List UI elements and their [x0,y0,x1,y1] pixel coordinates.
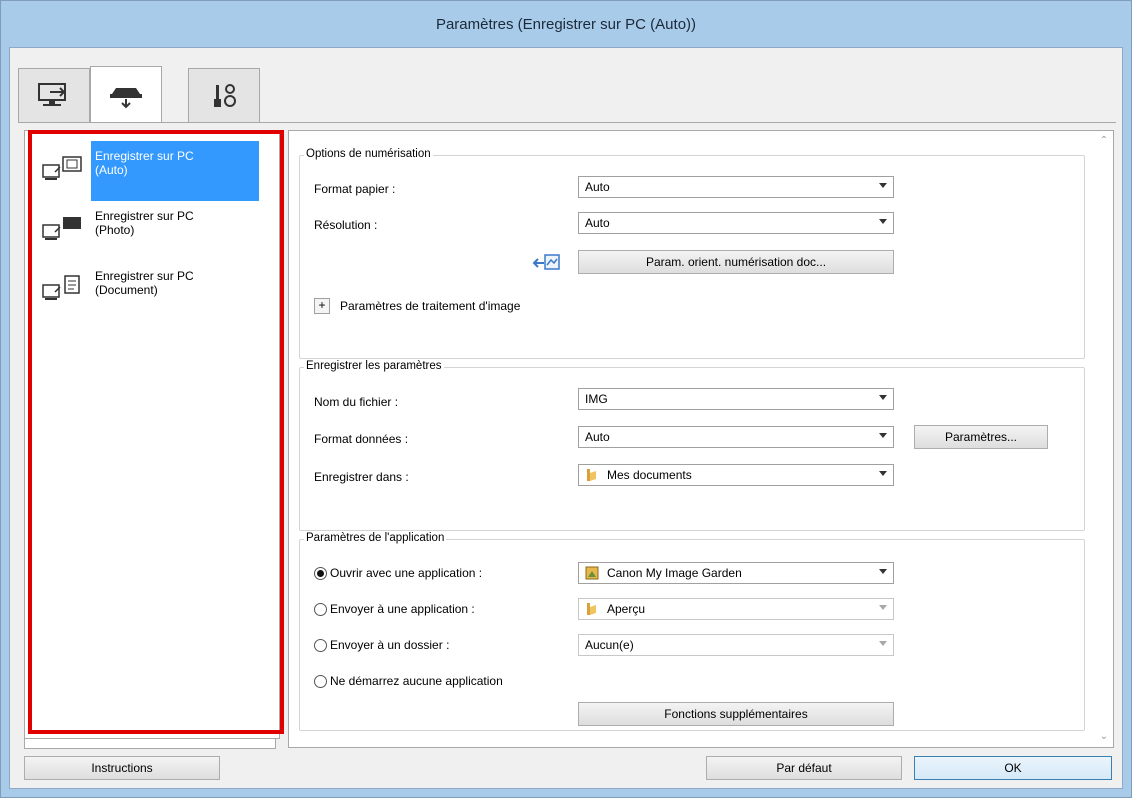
list-item-label: Enregistrer sur PC (Photo) [95,209,194,237]
scan-options-group: Options de numérisation Format papier : … [299,148,1085,359]
window-title: Paramètres (Enregistrer sur PC (Auto)) [435,15,697,33]
chevron-down-icon [879,569,887,574]
chevron-down-icon [879,395,887,400]
save-in-label: Enregistrer dans : [314,470,409,484]
group-title: Paramètres de l'application [304,532,447,544]
file-name-label: Nom du fichier : [314,395,399,409]
list-item-save-pc-photo[interactable]: Enregistrer sur PC (Photo) [35,205,275,263]
resolution-dropdown[interactable]: Auto [578,212,894,234]
radio-open-with-app[interactable]: Ouvrir avec une application : [314,566,482,580]
paper-size-label: Format papier : [314,182,396,196]
tab-scan-from-panel[interactable] [90,66,162,122]
dialog-client-area: Enregistrer sur PC (Auto) Enregistrer su… [9,47,1123,789]
defaults-button[interactable]: Par défaut [706,756,902,780]
open-with-app-dropdown[interactable]: Canon My Image Garden [578,562,894,584]
data-format-dropdown[interactable]: Auto [578,426,894,448]
save-to-pc-auto-icon [35,151,91,187]
radio-indicator [314,602,327,616]
folder-icon [587,469,596,481]
tab-divider [18,122,1116,123]
send-to-app-dropdown[interactable]: Aperçu [578,598,894,620]
save-in-dropdown[interactable]: Mes documents [578,464,894,486]
general-settings-icon [214,83,236,107]
list-item-label: Enregistrer sur PC (Document) [95,269,194,297]
scan-from-panel-icon [110,87,142,108]
scroll-down-icon[interactable]: ⌄ [1098,731,1110,743]
chevron-down-icon [879,605,887,610]
radio-send-to-app[interactable]: Envoyer à une application : [314,602,475,616]
instructions-button[interactable]: Instructions [24,756,220,780]
more-functions-button[interactable]: Fonctions supplémentaires [578,702,894,726]
data-format-label: Format données : [314,432,409,446]
radio-indicator [314,674,327,688]
settings-panel: Options de numérisation Format papier : … [288,130,1114,748]
radio-send-to-folder[interactable]: Envoyer à un dossier : [314,638,449,652]
radio-indicator [314,566,327,580]
chevron-down-icon [879,183,887,188]
save-to-pc-document-icon [35,271,91,307]
chevron-down-icon [879,641,887,646]
tab-scan-from-computer[interactable] [18,68,90,122]
scroll-up-icon[interactable]: ⌃ [1098,135,1110,147]
chevron-down-icon [879,471,887,476]
chevron-down-icon [879,433,887,438]
orientation-settings-button[interactable]: Param. orient. numérisation doc... [578,250,894,274]
folder-icon [587,603,596,615]
save-settings-group: Enregistrer les paramètres Nom du fichie… [299,360,1085,531]
tab-general-settings[interactable] [188,68,260,122]
list-footer-frame [24,739,276,749]
send-to-folder-dropdown[interactable]: Aucun(e) [578,634,894,656]
expand-image-processing-button[interactable]: + [314,298,330,314]
file-name-combo[interactable]: IMG [578,388,894,410]
image-processing-label: Paramètres de traitement d'image [340,299,521,313]
scan-mode-list: Enregistrer sur PC (Auto) Enregistrer su… [24,130,280,739]
ok-button[interactable]: OK [914,756,1112,780]
save-to-pc-photo-icon [35,211,91,247]
app-settings-group: Paramètres de l'application Ouvrir avec … [299,532,1085,731]
list-item-label: Enregistrer sur PC (Auto) [91,141,259,201]
image-garden-icon [585,566,599,580]
list-item-save-pc-auto[interactable]: Enregistrer sur PC (Auto) [35,141,275,203]
radio-indicator [314,638,327,652]
radio-no-app[interactable]: Ne démarrez aucune application [314,674,503,688]
settings-window: Paramètres (Enregistrer sur PC (Auto)) E… [0,0,1132,798]
group-title: Options de numérisation [304,148,433,160]
vertical-scrollbar[interactable]: ⌃ ⌄ [1095,131,1113,747]
list-item-save-pc-document[interactable]: Enregistrer sur PC (Document) [35,265,275,323]
scan-from-computer-icon [38,82,66,106]
paper-size-dropdown[interactable]: Auto [578,176,894,198]
document-orientation-icon [532,254,560,270]
resolution-label: Résolution : [314,218,378,232]
chevron-down-icon [879,219,887,224]
format-settings-button[interactable]: Paramètres... [914,425,1048,449]
group-title: Enregistrer les paramètres [304,360,444,372]
